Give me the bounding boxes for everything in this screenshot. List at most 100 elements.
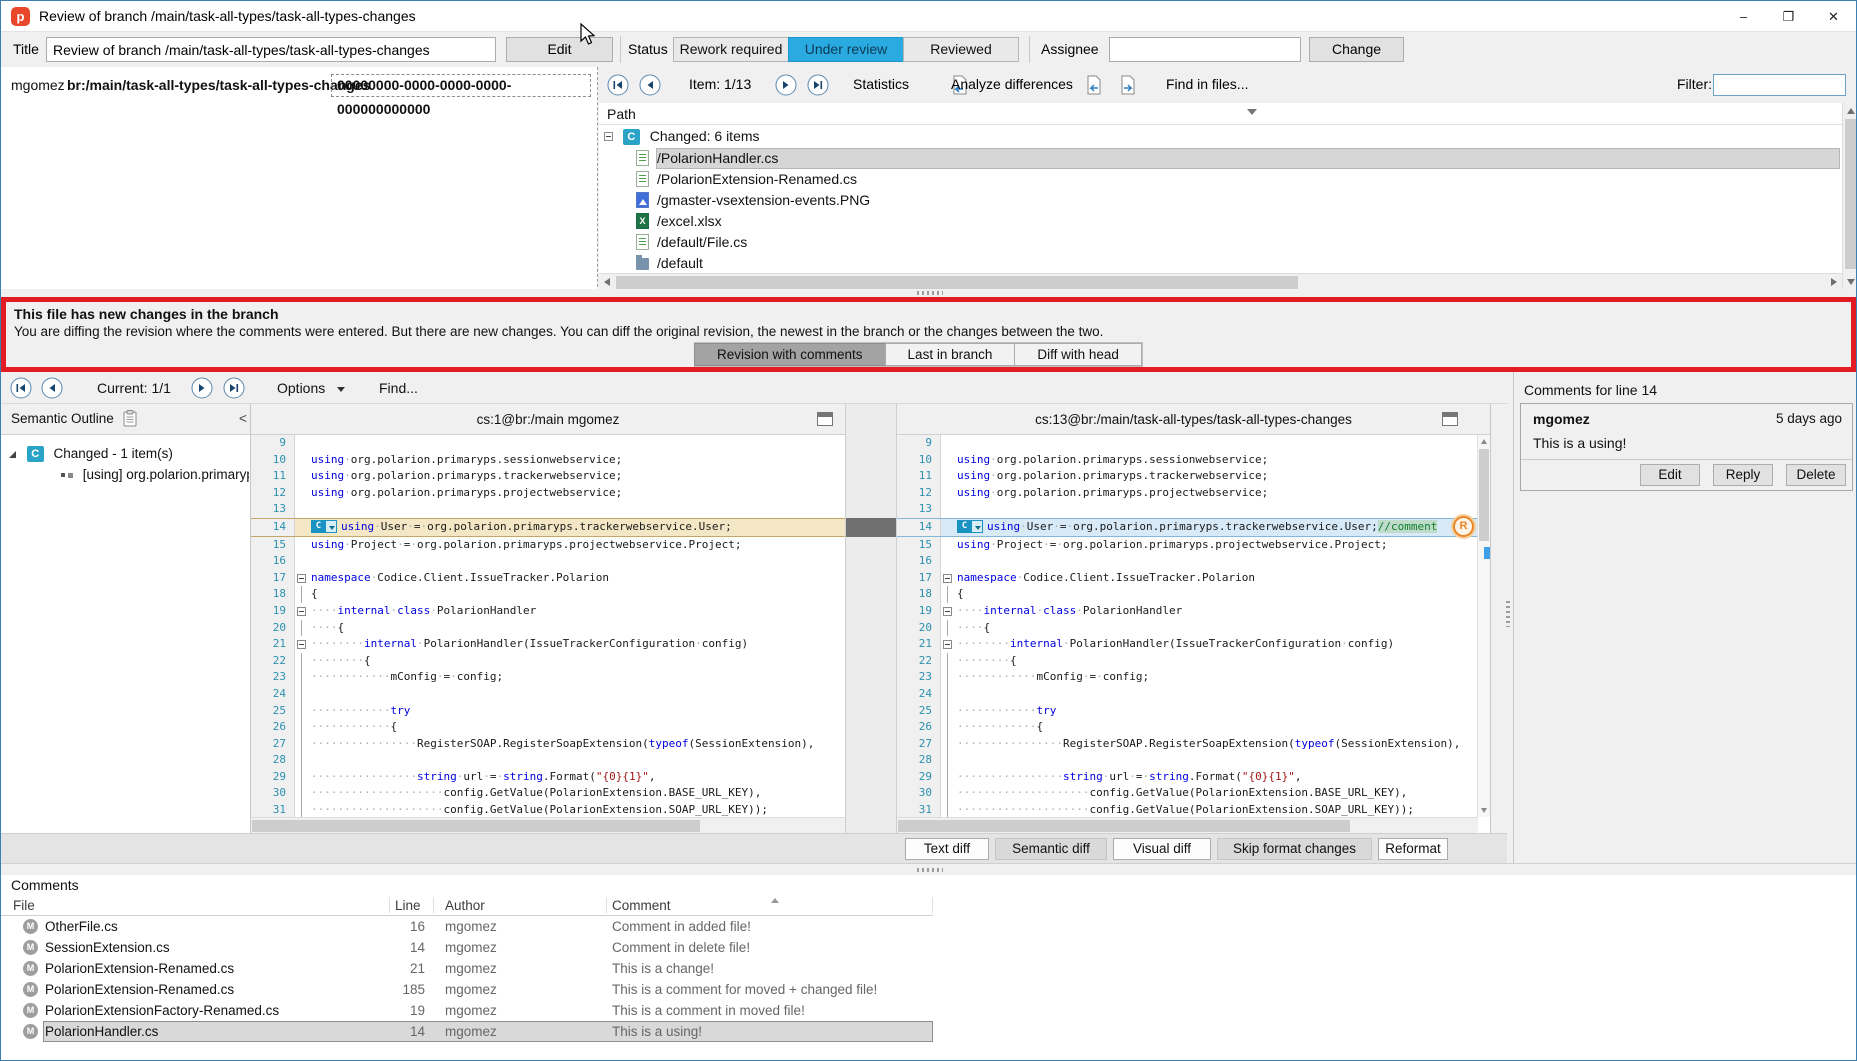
banner-button-diff-with-head[interactable]: Diff with head <box>1014 343 1142 366</box>
tree-vscrollbar[interactable] <box>1842 103 1857 290</box>
find-in-files-button[interactable]: Find in files... <box>1166 76 1248 92</box>
scroll-down-icon[interactable] <box>1481 808 1487 813</box>
outline-child-row[interactable]: [using] org.polarion.primaryps.tr <box>61 467 249 482</box>
splitter-grip2[interactable] <box>917 868 943 872</box>
fold-collapse-icon[interactable] <box>941 603 955 620</box>
scroll-down-icon[interactable] <box>1847 279 1855 285</box>
badge-dropdown-icon[interactable] <box>971 520 983 533</box>
tree-file-row[interactable]: /default <box>599 253 1842 273</box>
maximize-pane-icon[interactable] <box>817 412 833 426</box>
code-line-22[interactable]: 22········{ <box>251 653 845 670</box>
statistics-button[interactable]: Statistics <box>853 76 909 92</box>
code-line-22[interactable]: 22········{ <box>897 653 1477 670</box>
code-line-21[interactable]: 21········internal·PolarionHandler(Issue… <box>251 636 845 653</box>
code-line-15[interactable]: 15using·Project·=·org.polarion.primaryps… <box>897 537 1477 554</box>
code-line-17[interactable]: 17namespace·Codice.Client.IssueTracker.P… <box>897 570 1477 587</box>
fold-collapse-icon[interactable] <box>295 636 309 653</box>
change-button[interactable]: Change <box>1309 37 1404 62</box>
expanded-triangle-icon[interactable] <box>9 451 16 458</box>
reply-comment-button[interactable]: Reply <box>1713 464 1773 486</box>
changed-line-badge-icon[interactable]: C <box>311 520 326 533</box>
scroll-up-icon[interactable] <box>1847 108 1855 114</box>
right-hscroll-thumb[interactable] <box>898 820 1350 832</box>
comments-splitter[interactable] <box>1 863 1856 875</box>
code-line-26[interactable]: 26············{ <box>251 719 845 736</box>
tree-vscroll-thumb[interactable] <box>1845 119 1857 269</box>
collapse-expander-icon[interactable] <box>604 132 613 141</box>
code-line-28[interactable]: 28 <box>251 752 845 769</box>
tree-hscrollbar[interactable] <box>599 273 1842 290</box>
outline-root-row[interactable]: C Changed - 1 item(s) <box>9 446 173 462</box>
right-vscroll-thumb[interactable] <box>1479 449 1489 541</box>
assignee-input[interactable] <box>1109 37 1301 62</box>
code-line-15[interactable]: 15using·Project·=·org.polarion.primaryps… <box>251 537 845 554</box>
review-comment-marker[interactable]: R <box>1453 516 1474 537</box>
tree-file-row[interactable]: /gmaster-vsextension-events.PNG <box>599 190 1842 211</box>
banner-button-last-in-branch[interactable]: Last in branch <box>885 343 1016 366</box>
code-line-14[interactable]: 14Cusing·User·=·org.polarion.primaryps.t… <box>897 518 1477 537</box>
analyze-differences-button[interactable]: Analyze differences <box>951 76 1073 92</box>
delete-comment-button[interactable]: Delete <box>1786 464 1846 486</box>
fold-collapse-icon[interactable] <box>941 570 955 587</box>
right-code-editor[interactable]: 910using·org.polarion.primaryps.sessionw… <box>897 435 1477 817</box>
tree-file-row[interactable]: /PolarionHandler.cs <box>599 148 1842 169</box>
banner-button-revision-with-comments[interactable]: Revision with comments <box>694 343 886 366</box>
tree-file-row[interactable]: /default/File.cs <box>599 232 1842 253</box>
code-line-13[interactable]: 13 <box>251 501 845 518</box>
first-item-icon[interactable] <box>607 74 629 96</box>
review-title-input[interactable] <box>46 37 496 62</box>
column-header-author[interactable]: Author <box>445 895 485 916</box>
code-line-28[interactable]: 28 <box>897 752 1477 769</box>
filter-input[interactable] <box>1713 74 1846 96</box>
path-column-header[interactable]: Path <box>599 103 1842 125</box>
left-code-hscrollbar[interactable] <box>251 817 845 833</box>
code-line-29[interactable]: 29················string·url·=·string.Fo… <box>251 769 845 786</box>
next-file-diff-icon[interactable] <box>1119 75 1141 97</box>
code-line-18[interactable]: 18{ <box>897 586 1477 603</box>
column-header-file[interactable]: File <box>13 895 35 916</box>
next-diff-icon[interactable] <box>191 377 213 399</box>
comment-row[interactable]: MPolarionExtensionFactory-Renamed.cs19mg… <box>1 1000 933 1021</box>
code-line-17[interactable]: 17namespace·Codice.Client.IssueTracker.P… <box>251 570 845 587</box>
last-diff-icon[interactable] <box>223 377 245 399</box>
code-line-24[interactable]: 24 <box>897 686 1477 703</box>
code-line-9[interactable]: 9 <box>897 435 1477 452</box>
right-code-vscrollbar[interactable] <box>1477 435 1490 817</box>
changed-line-badge-icon[interactable]: C <box>957 520 972 533</box>
code-line-23[interactable]: 23············mConfig·=·config; <box>251 669 845 686</box>
status-option-reviewed[interactable]: Reviewed <box>903 37 1019 62</box>
code-line-13[interactable]: 13 <box>897 501 1477 518</box>
code-line-23[interactable]: 23············mConfig·=·config; <box>897 669 1477 686</box>
find-button[interactable]: Find... <box>379 380 418 396</box>
fold-collapse-icon[interactable] <box>295 570 309 587</box>
code-line-24[interactable]: 24 <box>251 686 845 703</box>
prev-file-diff-icon[interactable] <box>1085 75 1107 97</box>
code-line-19[interactable]: 19····internal·class·PolarionHandler <box>251 603 845 620</box>
status-option-rework-required[interactable]: Rework required <box>673 37 789 62</box>
code-line-11[interactable]: 11using·org.polarion.primaryps.trackerwe… <box>897 468 1477 485</box>
visual-diff-button[interactable]: Visual diff <box>1113 838 1211 860</box>
next-item-icon[interactable] <box>775 74 797 96</box>
scroll-up-icon[interactable] <box>1481 439 1487 444</box>
code-line-29[interactable]: 29················string·url·=·string.Fo… <box>897 769 1477 786</box>
comments-table-header[interactable]: FileLineAuthorComment <box>1 895 933 916</box>
comment-row[interactable]: MSessionExtension.cs14mgomezComment in d… <box>1 937 933 958</box>
text-diff-button[interactable]: Text diff <box>905 838 989 860</box>
clipboard-icon[interactable] <box>123 410 138 430</box>
code-line-20[interactable]: 20····{ <box>251 620 845 637</box>
maximize-pane-icon-right[interactable] <box>1442 412 1458 426</box>
code-line-18[interactable]: 18{ <box>251 586 845 603</box>
column-header-comment[interactable]: Comment <box>612 895 671 916</box>
tree-root-row[interactable]: C Changed: 6 items <box>599 125 1842 148</box>
semantic-diff-button[interactable]: Semantic diff <box>995 838 1107 860</box>
code-line-11[interactable]: 11using·org.polarion.primaryps.trackerwe… <box>251 468 845 485</box>
left-code-editor[interactable]: 910using·org.polarion.primaryps.sessionw… <box>251 435 845 817</box>
column-divider[interactable] <box>433 897 434 913</box>
horizontal-splitter[interactable] <box>1 289 1856 297</box>
options-menu-button[interactable]: Options <box>277 380 345 396</box>
badge-dropdown-icon[interactable] <box>325 520 337 533</box>
comment-row[interactable]: MOtherFile.cs16mgomezComment in added fi… <box>1 916 933 937</box>
code-line-12[interactable]: 12using·org.polarion.primaryps.projectwe… <box>897 485 1477 502</box>
comment-row[interactable]: MPolarionExtension-Renamed.cs21mgomezThi… <box>1 958 933 979</box>
left-hscroll-thumb[interactable] <box>252 820 700 832</box>
